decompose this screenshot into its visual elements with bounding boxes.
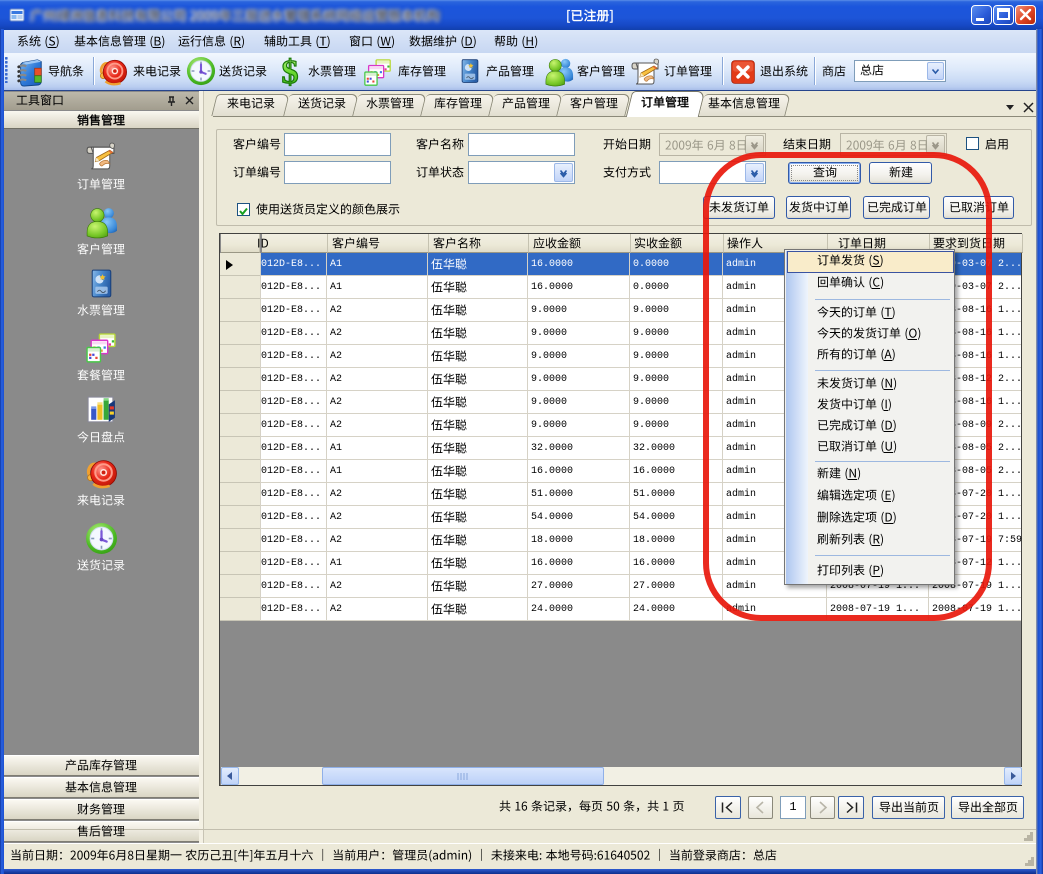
svg-text:$: $ xyxy=(282,55,299,87)
